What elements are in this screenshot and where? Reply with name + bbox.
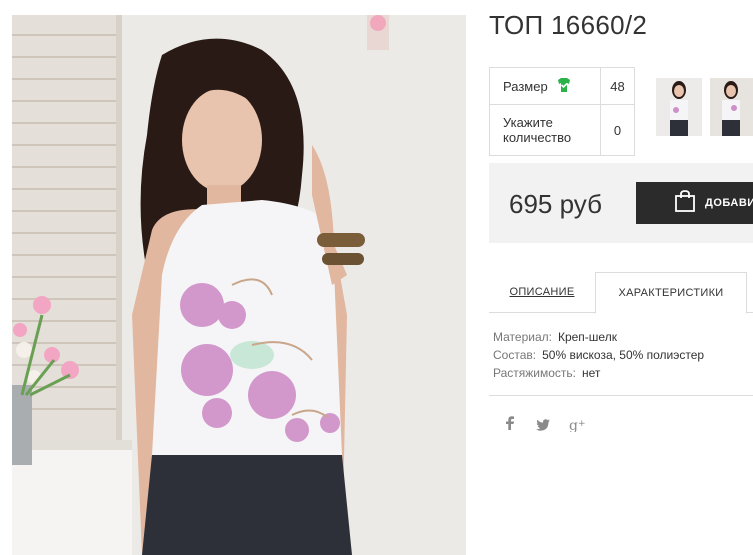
spec-value: нет (582, 366, 601, 380)
product-tabs: ОПИСАНИЕ ХАРАКТЕРИСТИКИ (489, 272, 753, 314)
quantity-label: Укажите количество (489, 104, 601, 156)
facebook-icon[interactable] (505, 416, 515, 433)
spec-value: Креп-шелк (557, 330, 617, 344)
spec-row-stretch: Растяжимость: нет (493, 364, 704, 382)
tab-specifications[interactable]: ХАРАКТЕРИСТИКИ (595, 272, 747, 314)
add-to-cart-button[interactable]: ДОБАВИ (636, 182, 753, 224)
size-value[interactable]: 48 (600, 67, 635, 105)
twitter-icon[interactable] (536, 418, 550, 434)
svg-text:g: g (569, 418, 578, 432)
svg-text:+: + (578, 419, 586, 429)
google-plus-icon[interactable]: g + (569, 418, 586, 435)
quantity-input[interactable]: 0 (600, 104, 635, 156)
spec-key: Растяжимость: (493, 366, 577, 380)
specifications-list: Материал: Креп-шелк Состав: 50% вискоза, 5… (493, 328, 704, 382)
options-table: Размер 48 Укажите количество 0 (489, 67, 635, 156)
price: 695 руб (509, 189, 602, 219)
price-panel: 695 руб ДОБАВИ (489, 163, 753, 243)
thumbnail-2[interactable] (710, 78, 753, 136)
spec-key: Состав: (493, 348, 537, 362)
product-photo[interactable] (12, 15, 466, 555)
spec-value: 50% вискоза, 50% полиэстер (542, 348, 705, 362)
add-to-cart-label: ДОБАВИ (705, 197, 753, 209)
product-title: ТОП 16660/2 (489, 10, 648, 40)
tab-description[interactable]: ОПИСАНИЕ (489, 272, 595, 312)
size-label: Размер (503, 78, 548, 94)
shopping-bag-icon (674, 189, 696, 218)
divider (489, 395, 753, 396)
spec-row-material: Материал: Креп-шелк (493, 328, 704, 346)
size-chart-icon[interactable] (556, 77, 572, 96)
spec-key: Материал: (493, 330, 552, 344)
spec-row-composition: Состав: 50% вискоза, 50% полиэстер (493, 346, 704, 364)
thumbnail-1[interactable] (656, 78, 702, 136)
